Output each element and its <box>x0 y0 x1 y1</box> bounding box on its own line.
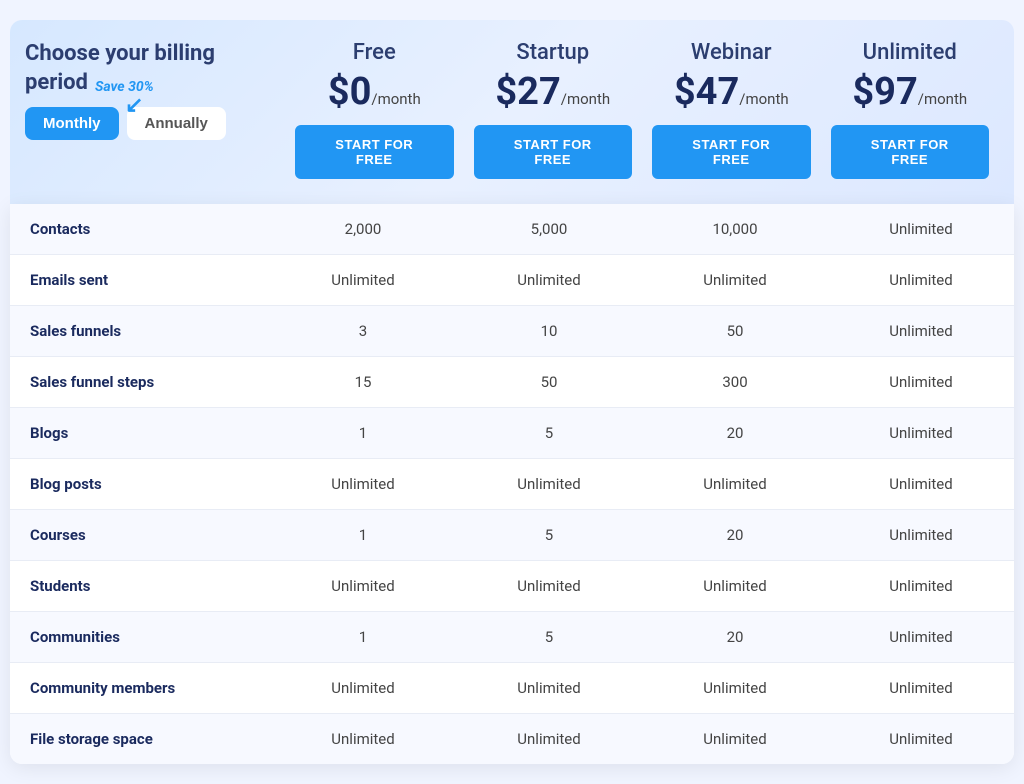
feature-value: 1 <box>270 510 456 560</box>
plan-name-free: Free <box>353 40 396 65</box>
billing-section: Choose your billing period Save 30% ↙ Mo… <box>25 40 285 179</box>
cta-button-webinar[interactable]: START FOR FREE <box>652 125 811 179</box>
feature-value: Unlimited <box>270 255 456 305</box>
feature-label: File storage space <box>10 714 270 764</box>
plan-name-unlimited: Unlimited <box>863 40 957 65</box>
price-period-unlimited: /month <box>918 90 967 108</box>
feature-value: Unlimited <box>642 561 828 611</box>
feature-value: 20 <box>642 510 828 560</box>
table-row: File storage spaceUnlimitedUnlimitedUnli… <box>10 714 1014 764</box>
feature-value: 20 <box>642 612 828 662</box>
feature-value: Unlimited <box>828 408 1014 458</box>
feature-value: Unlimited <box>828 204 1014 254</box>
feature-value: 5 <box>456 510 642 560</box>
cta-button-unlimited[interactable]: START FOR FREE <box>831 125 990 179</box>
feature-label: Students <box>10 561 270 611</box>
save-badge: Save 30% ↙ <box>95 79 154 95</box>
table-row: Blog postsUnlimitedUnlimitedUnlimitedUnl… <box>10 459 1014 510</box>
table-row: Contacts2,0005,00010,000Unlimited <box>10 204 1014 255</box>
feature-value: 2,000 <box>270 204 456 254</box>
feature-label: Communities <box>10 612 270 662</box>
feature-value: 1 <box>270 408 456 458</box>
feature-value: Unlimited <box>642 714 828 764</box>
plan-column-free: Free $0/month START FOR FREE <box>285 40 464 179</box>
feature-label: Courses <box>10 510 270 560</box>
feature-value: Unlimited <box>828 255 1014 305</box>
plan-price-webinar: $47/month <box>674 73 789 111</box>
table-row: Communities1520Unlimited <box>10 612 1014 663</box>
pricing-table: Contacts2,0005,00010,000UnlimitedEmails … <box>10 204 1014 764</box>
plan-price-startup: $27/month <box>495 73 610 111</box>
pricing-header: Choose your billing period Save 30% ↙ Mo… <box>10 20 1014 204</box>
feature-value: Unlimited <box>828 510 1014 560</box>
feature-value: Unlimited <box>270 663 456 713</box>
table-row: Emails sentUnlimitedUnlimitedUnlimitedUn… <box>10 255 1014 306</box>
feature-value: Unlimited <box>828 663 1014 713</box>
page-wrapper: Choose your billing period Save 30% ↙ Mo… <box>0 0 1024 784</box>
cta-button-free[interactable]: START FOR FREE <box>295 125 454 179</box>
price-period-webinar: /month <box>739 90 788 108</box>
feature-label: Sales funnel steps <box>10 357 270 407</box>
feature-value: Unlimited <box>456 561 642 611</box>
feature-value: Unlimited <box>828 714 1014 764</box>
billing-toggle-wrapper: Save 30% ↙ Monthly Annually <box>25 107 275 140</box>
price-period-startup: /month <box>561 90 610 108</box>
feature-value: Unlimited <box>270 459 456 509</box>
plan-column-unlimited: Unlimited $97/month START FOR FREE <box>821 40 1000 179</box>
table-row: StudentsUnlimitedUnlimitedUnlimitedUnlim… <box>10 561 1014 612</box>
plan-name-webinar: Webinar <box>691 40 772 65</box>
feature-value: Unlimited <box>456 459 642 509</box>
table-row: Sales funnels31050Unlimited <box>10 306 1014 357</box>
plan-column-webinar: Webinar $47/month START FOR FREE <box>642 40 821 179</box>
feature-label: Blog posts <box>10 459 270 509</box>
feature-value: Unlimited <box>642 255 828 305</box>
plan-price-unlimited: $97/month <box>852 73 967 111</box>
feature-value: 5 <box>456 612 642 662</box>
feature-value: 5,000 <box>456 204 642 254</box>
feature-value: Unlimited <box>828 459 1014 509</box>
monthly-toggle-button[interactable]: Monthly <box>25 107 119 140</box>
feature-value: Unlimited <box>270 561 456 611</box>
feature-value: Unlimited <box>270 714 456 764</box>
price-period-free: /month <box>371 90 420 108</box>
table-row: Community membersUnlimitedUnlimitedUnlim… <box>10 663 1014 714</box>
feature-value: Unlimited <box>456 663 642 713</box>
table-row: Sales funnel steps1550300Unlimited <box>10 357 1014 408</box>
price-amount-webinar: $47 <box>674 70 739 114</box>
plan-name-startup: Startup <box>516 40 589 65</box>
feature-value: 50 <box>642 306 828 356</box>
feature-label: Community members <box>10 663 270 713</box>
feature-value: 1 <box>270 612 456 662</box>
feature-value: 10,000 <box>642 204 828 254</box>
cta-button-startup[interactable]: START FOR FREE <box>474 125 633 179</box>
plan-column-startup: Startup $27/month START FOR FREE <box>464 40 643 179</box>
feature-value: 20 <box>642 408 828 458</box>
feature-value: 300 <box>642 357 828 407</box>
plan-price-free: $0/month <box>328 73 421 111</box>
feature-value: 50 <box>456 357 642 407</box>
feature-label: Sales funnels <box>10 306 270 356</box>
price-amount-startup: $27 <box>495 70 560 114</box>
feature-value: 5 <box>456 408 642 458</box>
feature-value: 3 <box>270 306 456 356</box>
feature-value: Unlimited <box>456 255 642 305</box>
feature-label: Contacts <box>10 204 270 254</box>
feature-value: Unlimited <box>828 306 1014 356</box>
table-row: Courses1520Unlimited <box>10 510 1014 561</box>
feature-value: Unlimited <box>828 357 1014 407</box>
feature-value: Unlimited <box>456 714 642 764</box>
feature-value: Unlimited <box>828 561 1014 611</box>
table-row: Blogs1520Unlimited <box>10 408 1014 459</box>
feature-value: Unlimited <box>642 663 828 713</box>
feature-value: Unlimited <box>642 459 828 509</box>
feature-value: Unlimited <box>828 612 1014 662</box>
price-amount-unlimited: $97 <box>852 70 917 114</box>
feature-value: 15 <box>270 357 456 407</box>
feature-label: Emails sent <box>10 255 270 305</box>
feature-label: Blogs <box>10 408 270 458</box>
feature-value: 10 <box>456 306 642 356</box>
price-amount-free: $0 <box>328 70 372 114</box>
